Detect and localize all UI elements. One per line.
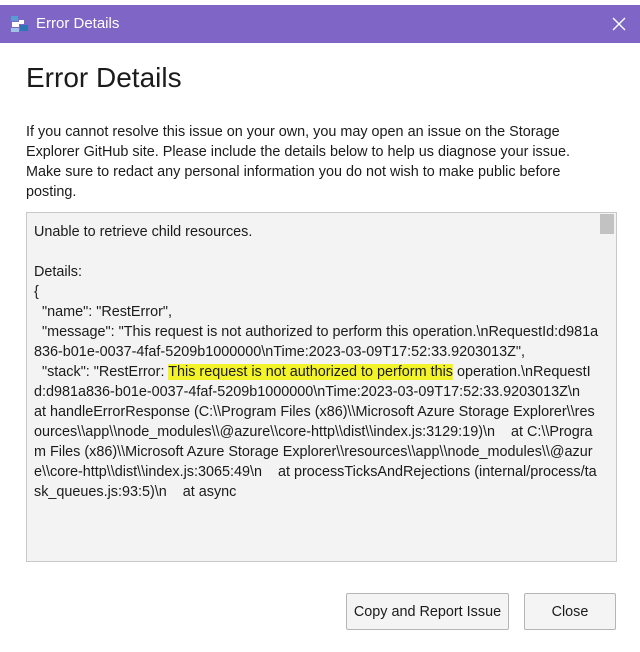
window-title: Error Details — [36, 15, 120, 32]
title-bar: Error Details — [0, 5, 640, 43]
dialog-heading: Error Details — [26, 62, 182, 93]
close-icon[interactable] — [608, 13, 630, 35]
error-details-window: Error Details Error Details If you canno… — [0, 0, 640, 652]
scrollbar-thumb[interactable] — [600, 214, 614, 234]
intro-text: If you cannot resolve this issue on your… — [26, 124, 570, 200]
storage-explorer-icon — [11, 15, 29, 33]
details-part-2: operation.\nRequestId:d981a836-b01e-0037… — [34, 364, 597, 500]
close-button[interactable]: Close — [524, 593, 616, 630]
error-details-box[interactable]: Unable to retrieve child resources. Deta… — [26, 212, 617, 562]
copy-and-report-issue-button[interactable]: Copy and Report Issue — [346, 593, 509, 630]
details-part-1: Unable to retrieve child resources. Deta… — [34, 224, 599, 380]
error-details-text[interactable]: Unable to retrieve child resources. Deta… — [34, 222, 599, 502]
details-scrollbar[interactable] — [599, 213, 616, 561]
highlighted-text: This request is not authorized to perfor… — [168, 364, 453, 380]
